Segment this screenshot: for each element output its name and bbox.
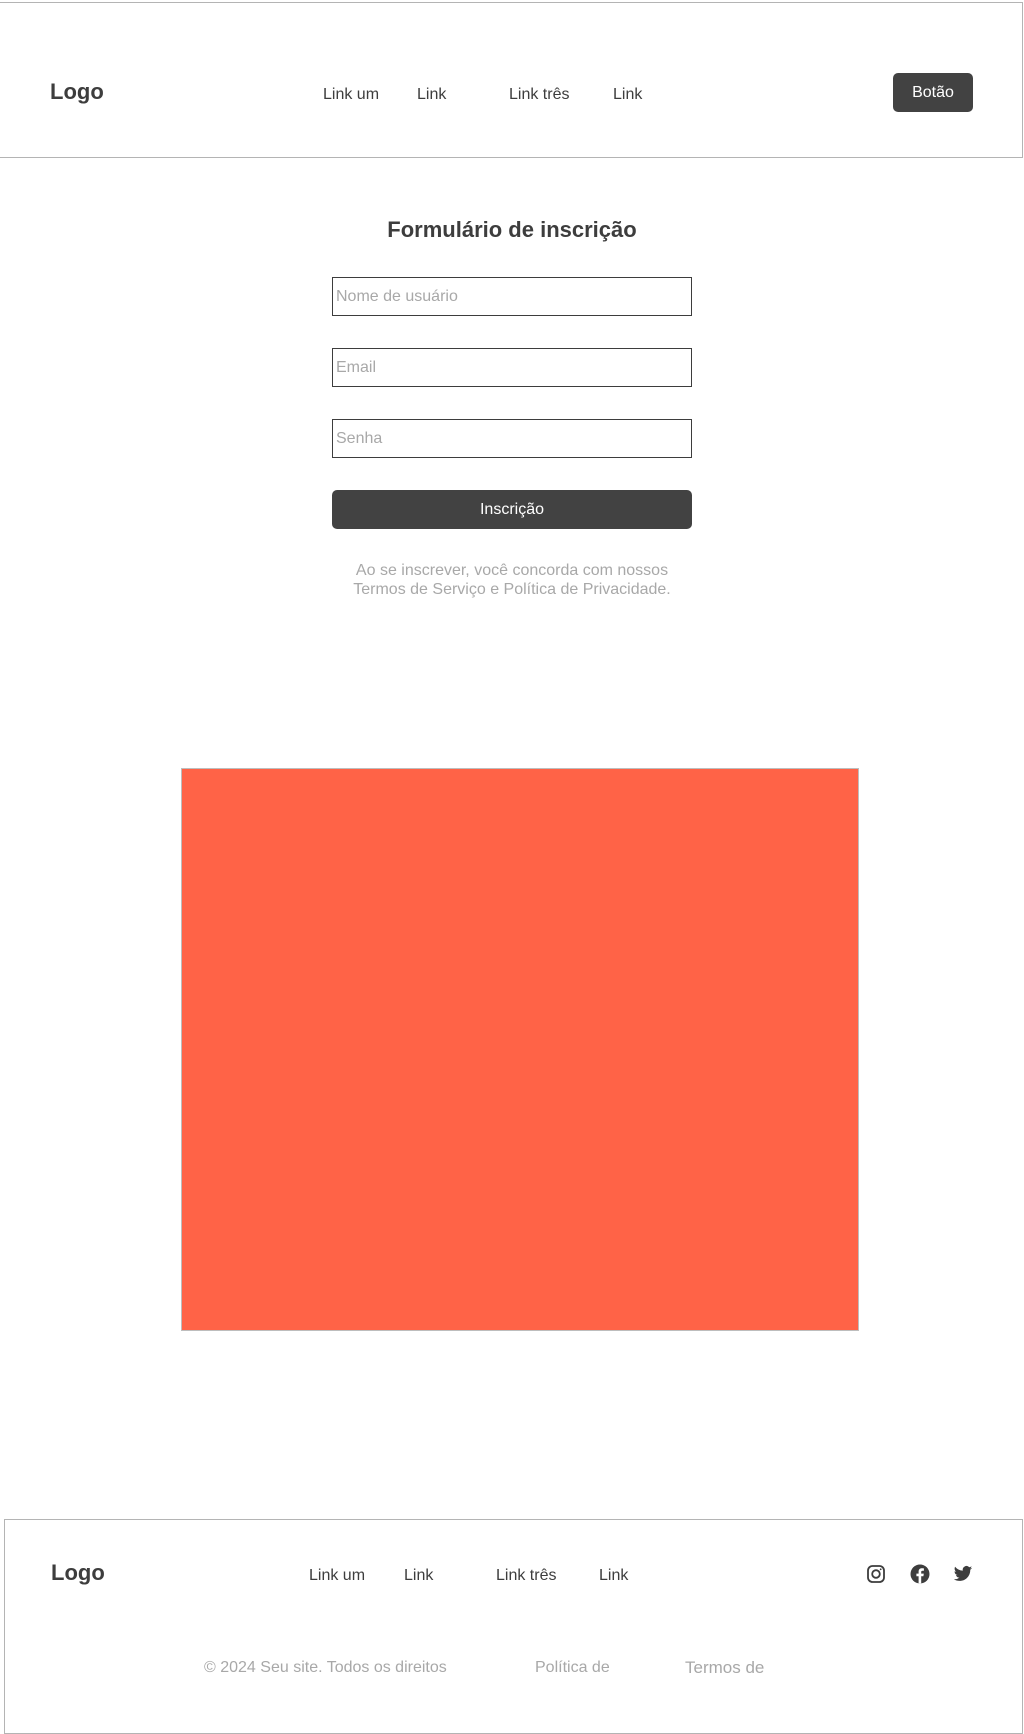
form-title: Formulário de inscrição	[387, 217, 637, 242]
facebook-icon[interactable]	[910, 1564, 930, 1584]
username-input[interactable]	[332, 277, 692, 316]
header-nav-link-tres[interactable]: Link três	[509, 85, 569, 105]
footer-privacy-link[interactable]: Política de	[535, 1658, 610, 1678]
header-nav-link-4[interactable]: Link	[613, 85, 642, 105]
terms-notice: Ao se inscrever, você concorda com nosso…	[312, 561, 712, 599]
instagram-icon[interactable]	[866, 1564, 886, 1584]
header-nav-link-um[interactable]: Link um	[323, 85, 379, 105]
footer-nav-link-4[interactable]: Link	[599, 1566, 628, 1586]
terms-notice-line-1: Ao se inscrever, você concorda com nosso…	[355, 562, 669, 579]
footer-terms-link[interactable]: Termos de	[685, 1658, 764, 1678]
hero-image-placeholder	[181, 768, 859, 1331]
header-logo[interactable]: Logo	[50, 79, 104, 105]
site-footer: Logo Link um Link Link três Link © 2024 …	[4, 1519, 1023, 1734]
footer-nav-link-2[interactable]: Link	[404, 1566, 433, 1586]
footer-copyright: © 2024 Seu site. Todos os direitos	[204, 1659, 447, 1676]
email-input[interactable]	[332, 348, 692, 387]
footer-logo[interactable]: Logo	[51, 1560, 105, 1586]
header-cta-button[interactable]: Botão	[893, 73, 973, 112]
site-header: Logo Link um Link Link três Link Botão	[0, 2, 1023, 158]
twitter-icon[interactable]	[953, 1564, 973, 1584]
footer-nav-link-tres[interactable]: Link três	[496, 1566, 556, 1586]
footer-nav-link-um[interactable]: Link um	[309, 1566, 365, 1586]
terms-notice-line-2: Termos de Serviço e Política de Privacid…	[353, 581, 671, 598]
header-nav-link-2[interactable]: Link	[417, 85, 446, 105]
signup-submit-button[interactable]: Inscrição	[332, 490, 692, 529]
password-input[interactable]	[332, 419, 692, 458]
